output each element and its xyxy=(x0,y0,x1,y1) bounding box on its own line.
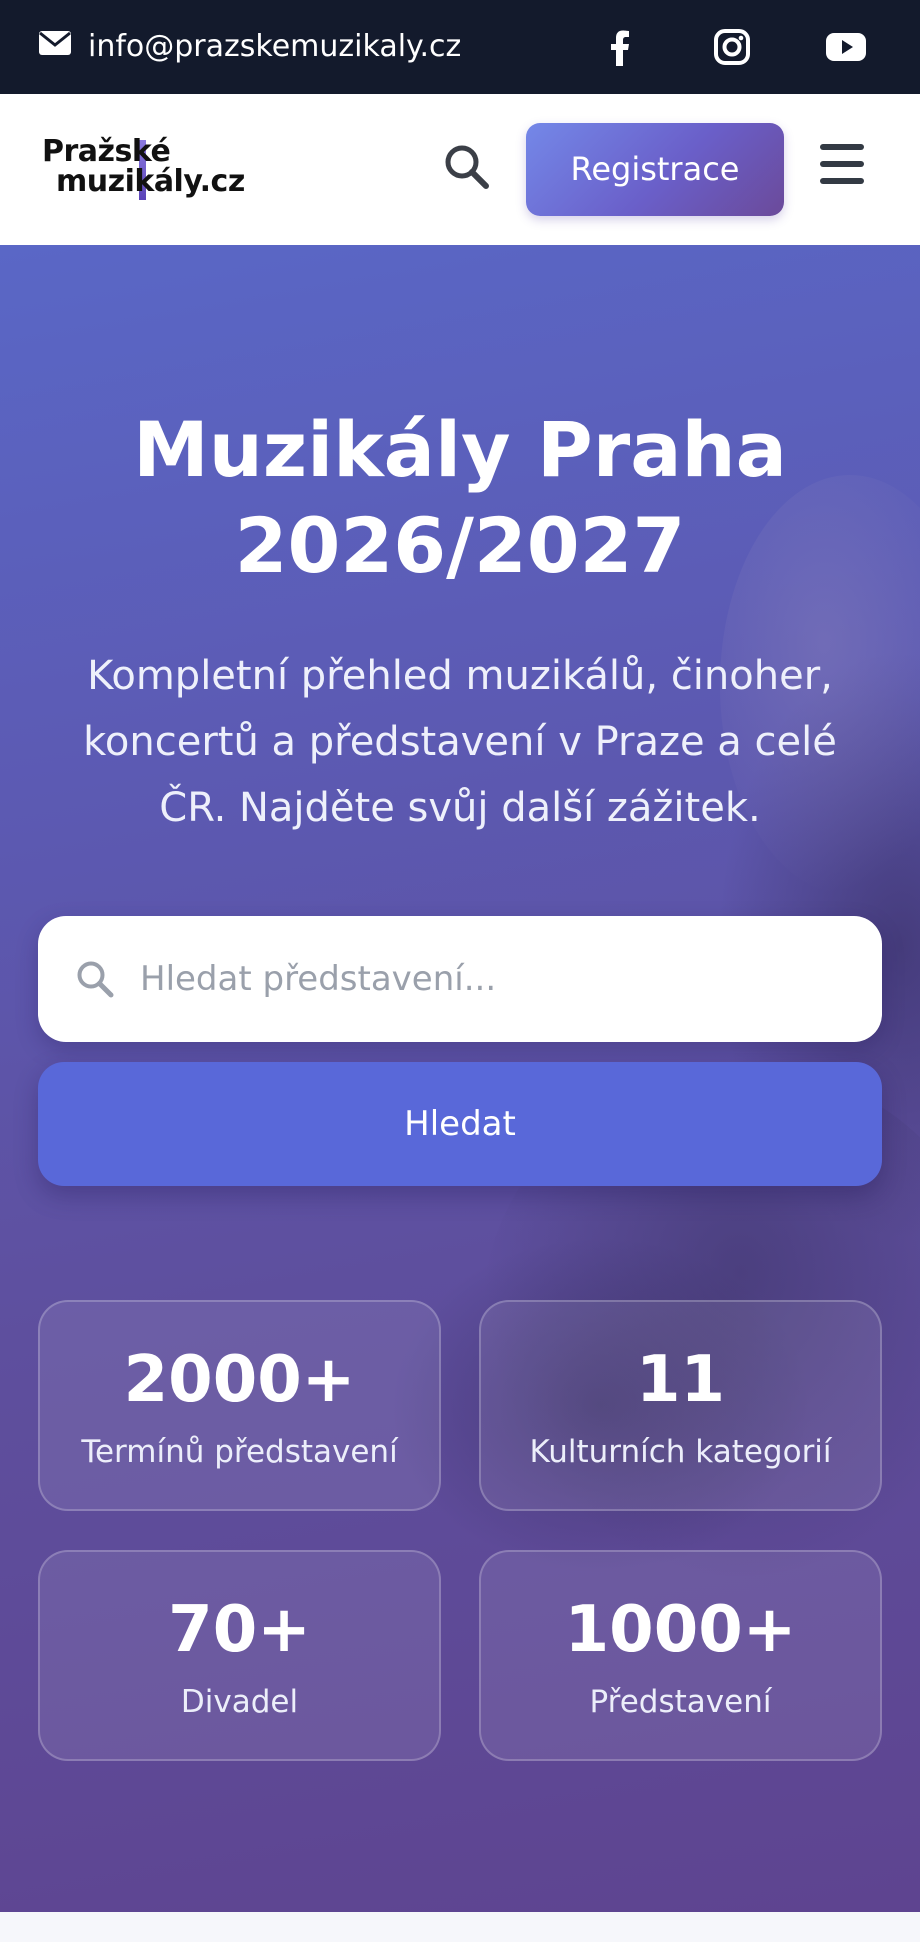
logo-line-2: muzikály.cz xyxy=(56,164,245,199)
stat-label: Představení xyxy=(589,1684,772,1720)
register-button[interactable]: Registrace xyxy=(526,123,784,216)
instagram-icon[interactable] xyxy=(709,26,755,68)
hero-title-line-1: Muzikály Praha xyxy=(133,405,787,494)
hero-subtitle-line-3: ČR. Najděte svůj další zážitek. xyxy=(159,785,761,831)
contact-email-link[interactable]: info@prazskemuzikaly.cz xyxy=(88,28,461,66)
stat-label: Divadel xyxy=(180,1684,299,1720)
stat-value: 70+ xyxy=(168,1593,311,1667)
hero-section: Muzikály Praha 2026/2027 Kompletní přehl… xyxy=(0,245,920,1912)
site-header: Pražské muzikály.cz Registrace xyxy=(0,94,920,245)
hero-title: Muzikály Praha 2026/2027 xyxy=(0,402,920,594)
site-logo[interactable]: Pražské muzikály.cz xyxy=(42,134,272,206)
stat-value: 11 xyxy=(635,1343,726,1417)
stat-card: 11 Kulturních kategorií xyxy=(479,1300,882,1511)
stat-card: 1000+ Představení xyxy=(479,1550,882,1761)
stat-label: Termínů představení xyxy=(81,1434,398,1470)
top-contact-bar: info@prazskemuzikaly.cz xyxy=(0,0,920,94)
hamburger-menu-icon[interactable] xyxy=(820,144,864,184)
youtube-icon[interactable] xyxy=(823,26,869,68)
stat-label: Kulturních kategorií xyxy=(529,1434,832,1470)
facebook-icon[interactable] xyxy=(597,26,643,68)
search-icon[interactable] xyxy=(442,142,492,192)
page-bottom-divider xyxy=(0,1912,920,1942)
mail-icon xyxy=(39,31,71,55)
stat-value: 2000+ xyxy=(123,1343,356,1417)
search-submit-button[interactable]: Hledat xyxy=(38,1062,882,1186)
stat-card: 2000+ Termínů představení xyxy=(38,1300,441,1511)
hero-search-box xyxy=(38,916,882,1042)
hero-subtitle: Kompletní přehled muzikálů, činoher, kon… xyxy=(50,643,870,841)
hero-title-line-2: 2026/2027 xyxy=(234,501,686,590)
hero-subtitle-line-2: koncertů a představení v Praze a celé xyxy=(83,719,837,765)
stat-card: 70+ Divadel xyxy=(38,1550,441,1761)
hero-subtitle-line-1: Kompletní přehled muzikálů, činoher, xyxy=(87,653,833,699)
search-icon xyxy=(77,961,114,998)
stat-value: 1000+ xyxy=(564,1593,797,1667)
search-input[interactable] xyxy=(140,946,840,1012)
